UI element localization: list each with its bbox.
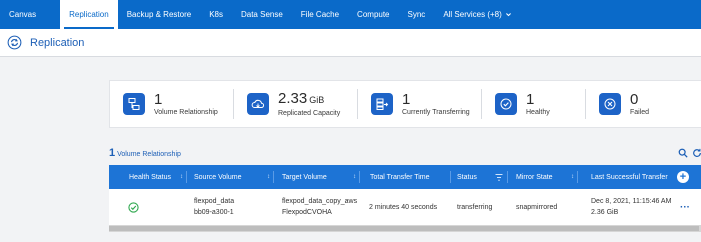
metric-value: 0	[630, 91, 639, 108]
metric-label: Failed	[630, 109, 650, 116]
nav-backup-restore[interactable]: Backup & Restore	[118, 0, 200, 29]
nav-all-services[interactable]: All Services (+8)	[434, 0, 520, 29]
healthy-check-icon	[128, 201, 139, 213]
last-transfer-cell: Dec 8, 2021, 11:15:46 AM 2.36 GiB	[591, 189, 671, 225]
scrollbar-thumb[interactable]	[109, 226, 699, 231]
metric-healthy: 1 Healthy	[482, 81, 586, 127]
nav-label: Data Sense	[240, 10, 283, 19]
replication-icon	[7, 35, 22, 50]
nav-replication[interactable]: Replication	[60, 0, 118, 29]
summary-card: 1 Volume Relationship 2.33 GiB Replicated…	[109, 80, 701, 128]
nav-label: Compute	[357, 10, 390, 19]
metric-label: Currently Transferring	[402, 109, 470, 116]
target-volume-name: flexpod_data_copy_aws	[282, 198, 358, 205]
last-transfer-date: Dec 8, 2021, 11:15:46 AM	[591, 198, 672, 205]
nav-canvas[interactable]: Canvas	[0, 0, 45, 29]
metric-value: 2.33	[278, 90, 308, 107]
search-icon[interactable]	[678, 148, 688, 158]
metric-label: Volume Relationship	[154, 109, 218, 116]
mirror-state-cell: snapmirrored	[516, 189, 557, 225]
page-title: Replication	[30, 36, 85, 49]
metric-value: 1	[526, 91, 535, 108]
add-column-button[interactable]: +	[677, 171, 689, 183]
column-label: Source Volume	[194, 173, 242, 181]
metric-failed: 0 Failed	[586, 81, 696, 127]
column-header-total-transfer-time[interactable]: Total Transfer Time	[360, 165, 451, 189]
column-label: Last Successful Transfer	[591, 173, 668, 181]
nav-label: Canvas	[9, 10, 37, 19]
sort-icon[interactable]: ↕	[267, 174, 270, 180]
healthy-check-icon	[495, 93, 517, 115]
column-header-health-status[interactable]: Health Status ↕	[109, 165, 187, 189]
last-transfer-size: 2.36 GiB	[591, 209, 619, 216]
source-volume-cell: flexpod_data bb09-a300-1	[194, 189, 234, 225]
volume-relationship-icon	[123, 93, 145, 115]
replication-table: Health Status ↕ Source Volume ↕ Target V…	[109, 165, 701, 232]
nav-file-cache[interactable]: File Cache	[292, 0, 348, 29]
failed-x-icon	[599, 93, 621, 115]
relationship-count-label: Volume Relationship	[117, 151, 181, 158]
nav-sync[interactable]: Sync	[399, 0, 435, 29]
nav-label: K8s	[209, 10, 223, 19]
transfer-time-value: 2 minutes 40 seconds	[369, 203, 438, 211]
column-label: Total Transfer Time	[370, 173, 430, 181]
nav-k8s[interactable]: K8s	[200, 0, 232, 29]
column-header-target-volume[interactable]: Target Volume ↕	[274, 165, 360, 189]
horizontal-scrollbar[interactable]	[109, 225, 701, 232]
status-cell: transferring	[457, 189, 492, 225]
nav-label: Backup & Restore	[126, 10, 192, 19]
sort-icon[interactable]: ↕	[571, 174, 574, 180]
metric-label: Healthy	[526, 109, 550, 116]
metric-unit: GiB	[309, 95, 325, 105]
target-volume-cell: flexpod_data_copy_aws FlexpodCVOHA	[282, 189, 357, 225]
transfer-icon	[371, 93, 393, 115]
mirror-state-value: snapmirrored	[516, 203, 558, 211]
table-row[interactable]: flexpod_data bb09-a300-1 flexpod_data_co…	[109, 189, 701, 225]
metric-volume-relationship: 1 Volume Relationship	[110, 81, 234, 127]
column-header-mirror-state[interactable]: Mirror State ↕	[508, 165, 578, 189]
health-status-cell	[128, 189, 142, 225]
nav-compute[interactable]: Compute	[348, 0, 398, 29]
source-volume-name: flexpod_data	[194, 198, 235, 205]
nav-label: File Cache	[300, 10, 340, 19]
sort-icon[interactable]: ↕	[180, 174, 183, 180]
column-label: Status	[457, 173, 477, 181]
metric-currently-transferring: 1 Currently Transferring	[358, 81, 482, 127]
top-navigation: Canvas Replication Backup & Restore K8s …	[0, 0, 701, 29]
chevron-down-icon	[505, 13, 511, 17]
status-value: transferring	[457, 203, 493, 211]
source-working-environment: bb09-a300-1	[194, 209, 234, 216]
metric-replicated-capacity: 2.33 GiB Replicated Capacity	[234, 81, 358, 127]
nav-label: Sync	[407, 10, 426, 19]
target-working-environment: FlexpodCVOHA	[282, 209, 332, 216]
transfer-time-cell: 2 minutes 40 seconds	[369, 189, 437, 225]
column-label: Mirror State	[516, 173, 553, 181]
table-header: Health Status ↕ Source Volume ↕ Target V…	[109, 165, 701, 189]
filter-icon[interactable]	[495, 173, 503, 181]
metric-label: Replicated Capacity	[278, 110, 341, 117]
column-label: Health Status	[129, 173, 172, 181]
metric-value: 1	[402, 91, 411, 108]
nav-label: All Services (+8)	[443, 10, 502, 19]
row-actions-menu-icon[interactable]: ···	[680, 189, 690, 225]
nav-label: Replication	[69, 10, 109, 19]
refresh-icon[interactable]	[692, 148, 701, 158]
column-label: Target Volume	[282, 173, 327, 181]
relationship-count-heading: 1 Volume Relationship	[109, 147, 181, 159]
page-header: Replication	[0, 29, 701, 57]
cloud-capacity-icon	[247, 93, 269, 115]
column-header-status[interactable]: Status	[451, 165, 508, 189]
sort-icon[interactable]: ↕	[353, 174, 356, 180]
nav-data-sense[interactable]: Data Sense	[232, 0, 292, 29]
relationship-count: 1	[109, 147, 116, 159]
metric-value: 1	[154, 91, 163, 108]
column-header-source-volume[interactable]: Source Volume ↕	[187, 165, 274, 189]
